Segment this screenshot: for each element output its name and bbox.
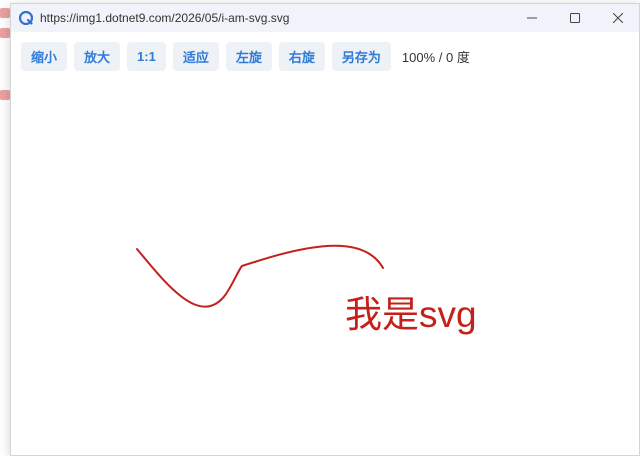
- save-as-button[interactable]: 另存为: [331, 42, 391, 71]
- zoom-out-button[interactable]: 缩小: [21, 42, 68, 71]
- svg-image-drawing: [136, 244, 384, 308]
- image-viewer-window: https://img1.dotnet9.com/2026/05/i-am-sv…: [10, 3, 640, 456]
- rotate-left-button[interactable]: 左旋: [225, 42, 272, 71]
- app-logo-icon: [18, 11, 33, 26]
- title-bar[interactable]: https://img1.dotnet9.com/2026/05/i-am-sv…: [11, 4, 639, 32]
- window-title-url: https://img1.dotnet9.com/2026/05/i-am-sv…: [40, 11, 290, 25]
- minimize-button[interactable]: [510, 4, 553, 32]
- viewer-toolbar: 缩小 放大 1:1 适应 左旋 右旋 另存为 100% / 0 度: [21, 42, 470, 71]
- zoom-rotation-status: 100% / 0 度: [401, 50, 470, 65]
- minimize-icon: [526, 17, 537, 19]
- zoom-in-button[interactable]: 放大: [74, 42, 121, 71]
- maximize-button[interactable]: [553, 4, 596, 32]
- window-controls: [510, 4, 639, 32]
- fit-window-button[interactable]: 适应: [172, 42, 219, 71]
- close-icon: [612, 13, 623, 23]
- actual-size-button[interactable]: 1:1: [127, 42, 166, 71]
- rotate-right-button[interactable]: 右旋: [278, 42, 325, 71]
- svg-text-caption: 我是svg: [345, 294, 477, 335]
- image-canvas[interactable]: 我是svg: [11, 84, 639, 454]
- close-button[interactable]: [596, 4, 639, 32]
- maximize-icon: [569, 13, 580, 23]
